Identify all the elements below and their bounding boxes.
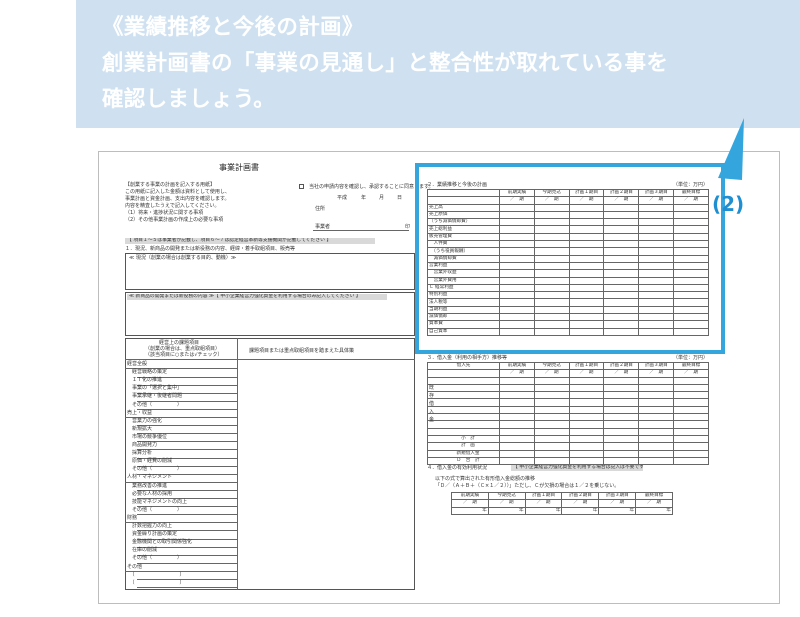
callout-highlight-frame [415, 163, 725, 354]
callout-label: (2) [712, 192, 745, 216]
